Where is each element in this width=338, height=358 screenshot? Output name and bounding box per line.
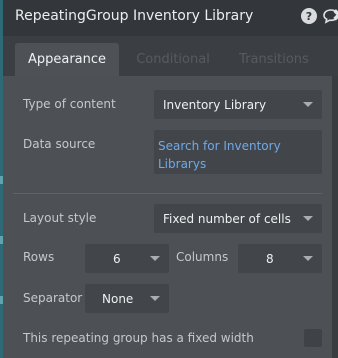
window-title: RepeatingGroup Inventory Library [15, 8, 254, 24]
columns-dropdown[interactable]: 8 [238, 244, 322, 273]
rows-label: Rows [23, 250, 55, 264]
columns-label: Columns [176, 250, 229, 264]
tab-transitions[interactable]: Transitions [239, 43, 309, 76]
tab-conditional[interactable]: Conditional [135, 43, 211, 76]
type-of-content-dropdown[interactable]: Inventory Library [154, 90, 322, 119]
columns-value: 8 [266, 251, 274, 266]
rows-value: 6 [113, 251, 121, 266]
type-of-content-label: Type of content [23, 97, 116, 111]
tab-bar: Appearance Conditional Transitions [3, 36, 338, 76]
layout-style-label: Layout style [23, 211, 97, 225]
help-icon[interactable]: ? [301, 8, 317, 24]
data-source-field[interactable]: Search for Inventory Librarys [154, 130, 322, 174]
layout-style-dropdown[interactable]: Fixed number of cells [154, 204, 322, 233]
separator-value: None [102, 291, 134, 306]
type-of-content-value: Inventory Library [163, 97, 267, 112]
tab-appearance[interactable]: Appearance [15, 43, 119, 76]
separator-dropdown[interactable]: None [85, 284, 169, 313]
close-icon[interactable]: ✖ [332, 6, 338, 26]
property-editor-header[interactable]: RepeatingGroup Inventory Library ? ✖ [3, 0, 338, 36]
rows-dropdown[interactable]: 6 [85, 244, 169, 273]
fixed-width-label: This repeating group has a fixed width [23, 331, 254, 345]
chevron-down-icon [303, 102, 313, 107]
chevron-down-icon [150, 256, 160, 261]
data-source-label: Data source [23, 137, 96, 151]
chevron-down-icon [303, 256, 313, 261]
section-divider [13, 193, 322, 194]
panel-scroll-edge [332, 76, 338, 358]
separator-label: Separator [23, 291, 83, 305]
layout-style-value: Fixed number of cells [163, 211, 291, 226]
data-source-expression[interactable]: Search for Inventory Librarys [158, 137, 308, 173]
chevron-down-icon [150, 296, 160, 301]
fixed-width-checkbox[interactable] [304, 329, 322, 347]
chevron-down-icon [303, 216, 313, 221]
